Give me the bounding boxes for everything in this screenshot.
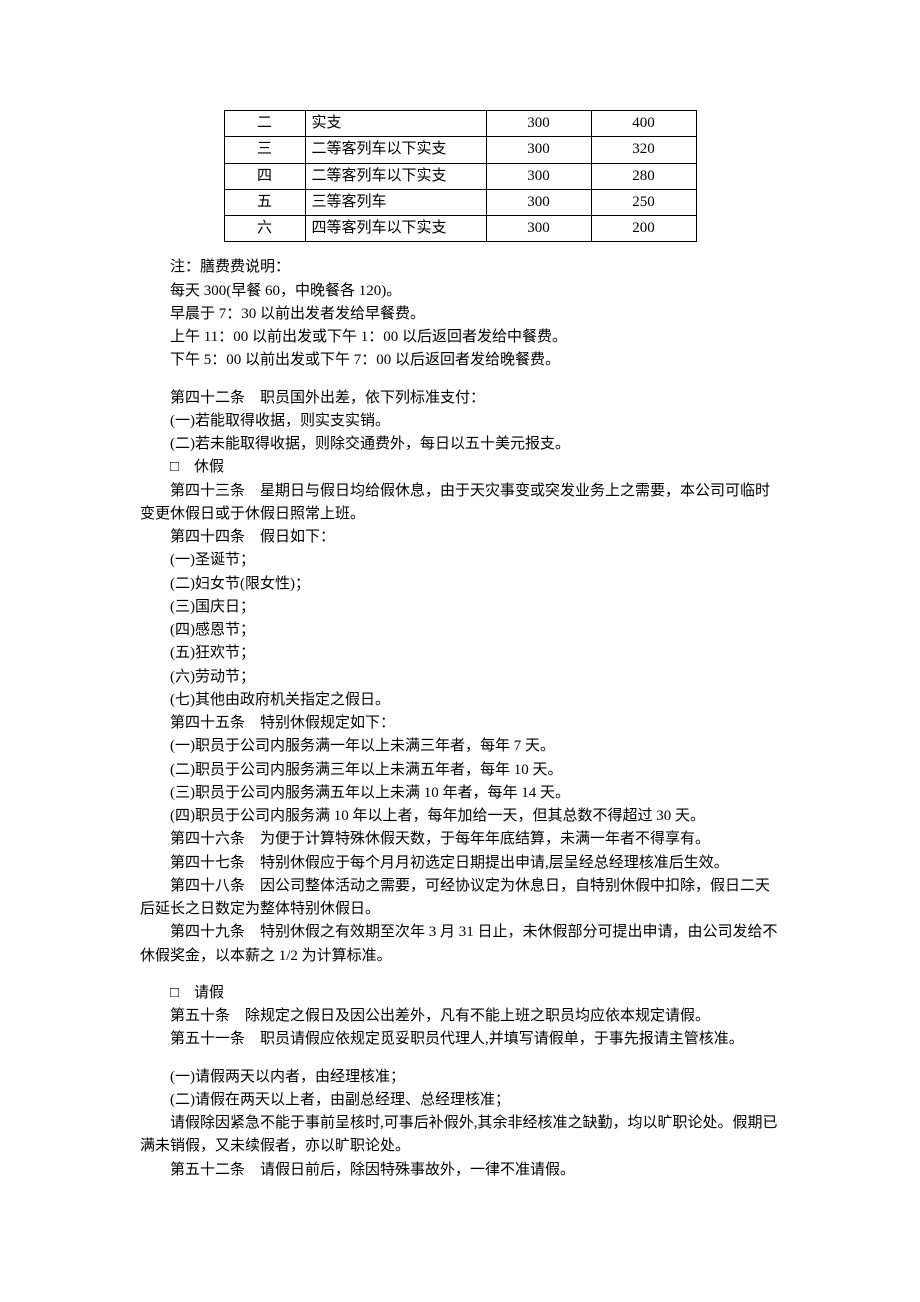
article-45-item: (四)职员于公司内服务满 10 年以上者，每年加给一天，但其总数不得超过 30 …: [140, 805, 780, 828]
article-50: 第五十条 除规定之假日及因公出差外，凡有不能上班之职员均应依本规定请假。: [140, 1005, 780, 1028]
article-44-item: (二)妇女节(限女性)；: [140, 573, 780, 596]
article-45-item: (二)职员于公司内服务满三年以上未满五年者，每年 10 天。: [140, 759, 780, 782]
article-51-item: (二)请假在两天以上者，由副总经理、总经理核准；: [140, 1089, 780, 1112]
cell-desc: 实支: [305, 111, 486, 137]
article-51-footer: 请假除因紧急不能于事前呈核时,可事后补假外,其余非经核准之缺勤，均以旷职论处。假…: [140, 1112, 780, 1159]
spacer: [140, 1052, 780, 1066]
article-52: 第五十二条 请假日前后，除因特殊事故外，一律不准请假。: [140, 1159, 780, 1182]
cell-meal: 300: [486, 163, 591, 189]
article-49: 第四十九条 特别休假之有效期至次年 3 月 31 日止，未休假部分可提出申请，由…: [140, 921, 780, 968]
article-44-item: (三)国庆日；: [140, 596, 780, 619]
cell-lodging: 320: [591, 137, 696, 163]
article-43: 第四十三条 星期日与假日均给假休息，由于天灾事变或突发业务上之需要，本公司可临时…: [140, 480, 780, 527]
note-line: 早晨于 7：30 以前出发者发给早餐费。: [140, 303, 780, 326]
cell-level: 六: [224, 216, 305, 242]
cell-meal: 300: [486, 189, 591, 215]
cell-desc: 三等客列车: [305, 189, 486, 215]
cell-meal: 300: [486, 216, 591, 242]
article-47: 第四十七条 特别休假应于每个月月初选定日期提出申请,层呈经总经理核准后生效。: [140, 852, 780, 875]
cell-level: 三: [224, 137, 305, 163]
article-45-item: (一)职员于公司内服务满一年以上未满三年者，每年 7 天。: [140, 735, 780, 758]
article-42-item: (二)若未能取得收据，则除交通费外，每日以五十美元报支。: [140, 433, 780, 456]
cell-lodging: 250: [591, 189, 696, 215]
cell-lodging: 200: [591, 216, 696, 242]
table-row: 二 实支 300 400: [224, 111, 696, 137]
article-44-item: (一)圣诞节；: [140, 549, 780, 572]
table-row: 五 三等客列车 300 250: [224, 189, 696, 215]
article-44-item: (七)其他由政府机关指定之假日。: [140, 689, 780, 712]
cell-meal: 300: [486, 137, 591, 163]
article-45-item: (三)职员于公司内服务满五年以上未满 10 年者，每年 14 天。: [140, 782, 780, 805]
cell-desc: 二等客列车以下实支: [305, 163, 486, 189]
article-46: 第四十六条 为便于计算特殊休假天数，于每年年底结算，未满一年者不得享有。: [140, 828, 780, 851]
spacer: [140, 373, 780, 387]
note-heading: 注：膳费费说明：: [140, 256, 780, 279]
article-42-title: 第四十二条 职员国外出差，依下列标准支付：: [140, 387, 780, 410]
table-row: 四 二等客列车以下实支 300 280: [224, 163, 696, 189]
article-51: 第五十一条 职员请假应依规定觅妥职员代理人,并填写请假单，于事先报请主管核准。: [140, 1028, 780, 1051]
note-line: 上午 11：00 以前出发或下午 1：00 以后返回者发给中餐费。: [140, 326, 780, 349]
cell-lodging: 400: [591, 111, 696, 137]
article-44-title: 第四十四条 假日如下：: [140, 526, 780, 549]
cell-level: 四: [224, 163, 305, 189]
note-line: 下午 5：00 以前出发或下午 7：00 以后返回者发给晚餐费。: [140, 349, 780, 372]
article-42-item: (一)若能取得收据，则实支实销。: [140, 410, 780, 433]
cell-level: 五: [224, 189, 305, 215]
cell-desc: 四等客列车以下实支: [305, 216, 486, 242]
cell-desc: 二等客列车以下实支: [305, 137, 486, 163]
article-44-item: (六)劳动节；: [140, 666, 780, 689]
allowance-table: 二 实支 300 400 三 二等客列车以下实支 300 320 四 二等客列车…: [224, 110, 697, 242]
article-51-item: (一)请假两天以内者，由经理核准；: [140, 1066, 780, 1089]
table-row: 三 二等客列车以下实支 300 320: [224, 137, 696, 163]
article-44-item: (四)感恩节；: [140, 619, 780, 642]
cell-lodging: 280: [591, 163, 696, 189]
table-row: 六 四等客列车以下实支 300 200: [224, 216, 696, 242]
section-vacation: □ 休假: [140, 456, 780, 479]
document-page: 二 实支 300 400 三 二等客列车以下实支 300 320 四 二等客列车…: [0, 0, 920, 1302]
cell-level: 二: [224, 111, 305, 137]
cell-meal: 300: [486, 111, 591, 137]
note-line: 每天 300(早餐 60，中晚餐各 120)。: [140, 280, 780, 303]
section-request-leave: □ 请假: [140, 982, 780, 1005]
article-48: 第四十八条 因公司整体活动之需要，可经协议定为休息日，自特别休假中扣除，假日二天…: [140, 875, 780, 922]
article-45-title: 第四十五条 特别休假规定如下：: [140, 712, 780, 735]
spacer: [140, 968, 780, 982]
article-44-item: (五)狂欢节；: [140, 642, 780, 665]
